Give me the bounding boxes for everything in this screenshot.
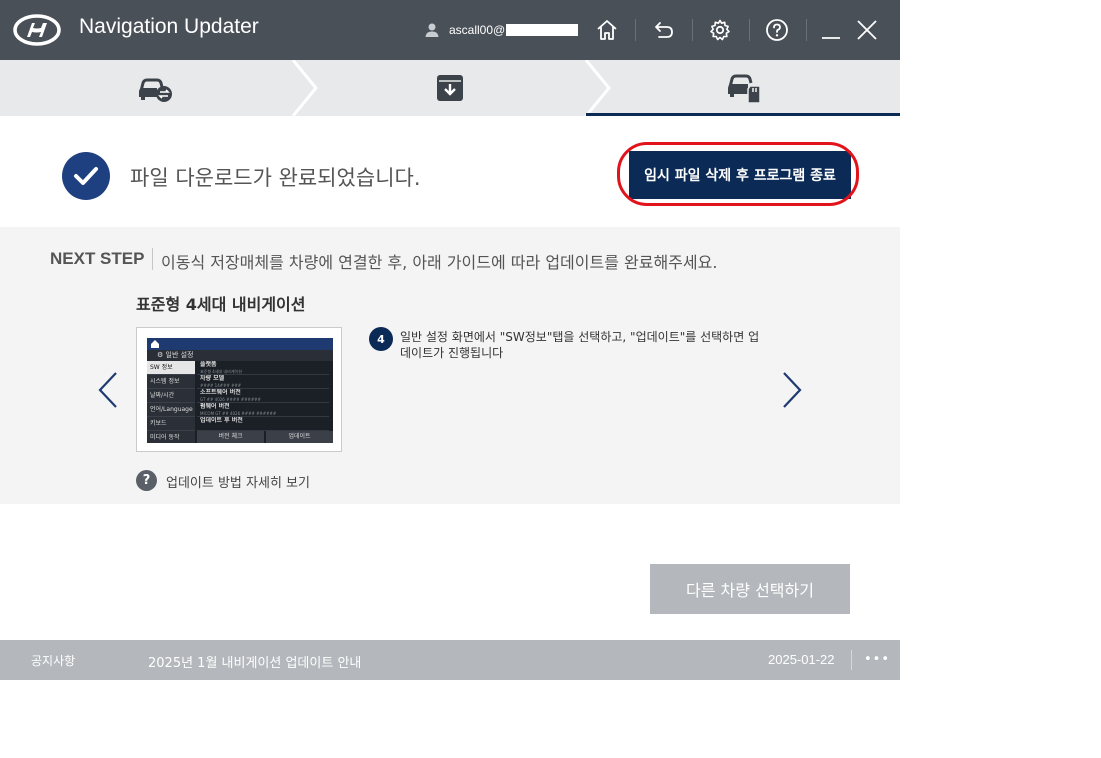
completion-message: 파일 다운로드가 완료되었습니다. <box>130 166 421 190</box>
user-icon <box>425 23 439 37</box>
nav-sidebar-item: 언어/Language <box>147 403 195 417</box>
step-download <box>300 60 600 116</box>
hyundai-logo <box>13 14 61 46</box>
notice-date: 2025-01-22 <box>768 652 835 667</box>
next-step-text: 이동식 저장매체를 차량에 연결한 후, 아래 가이드에 따라 업데이트를 완료… <box>161 253 718 272</box>
next-guide-button[interactable] <box>780 370 804 410</box>
guide-step-number: 4 <box>369 327 393 351</box>
help-button[interactable] <box>762 15 792 45</box>
minimize-icon <box>822 37 840 39</box>
guide-step-description: 일반 설정 화면에서 "SW정보"탭을 선택하고, "업데이트"를 선택하면 업… <box>400 330 760 360</box>
nav-sidebar-item: 키보드 <box>147 417 195 431</box>
chevron-left-icon <box>98 372 117 408</box>
separator <box>851 650 852 670</box>
gear-icon <box>710 19 730 41</box>
question-icon[interactable]: ? <box>136 470 157 491</box>
separator <box>692 19 693 41</box>
notice-title-link[interactable]: 2025년 1월 내비게이션 업데이트 안내 <box>148 652 361 671</box>
back-button[interactable] <box>649 15 679 45</box>
guide-screenshot: ⚙ 일반 설정 SW 정보 시스템 정보 날짜/시간 언어/Language 키… <box>136 327 342 452</box>
step-bar <box>0 60 900 116</box>
more-notices-button[interactable]: ••• <box>864 652 890 667</box>
separator <box>749 19 750 41</box>
back-icon <box>655 22 673 38</box>
nav-list-item: 차량 모델 #### 14### ### <box>197 375 329 389</box>
nav-update-button: 업데이트 <box>266 431 333 443</box>
highlight-annotation <box>617 142 859 206</box>
separator <box>806 19 807 41</box>
car-swap-icon <box>139 78 172 102</box>
chevron-right-icon <box>783 372 802 408</box>
notice-bar: 공지사항 2025년 1월 내비게이션 업데이트 안내 2025-01-22 •… <box>0 640 900 680</box>
nav-item-title: 소프트웨어 버전 <box>200 389 241 396</box>
select-other-vehicle-button[interactable]: 다른 차량 선택하기 <box>650 564 850 614</box>
title-bar: Navigation Updater ascall00@ <box>0 0 900 60</box>
home-button[interactable] <box>592 15 622 45</box>
nav-screen-header-label: 일반 설정 <box>165 351 194 359</box>
check-icon <box>62 152 110 200</box>
guide-title: 표준형 4세대 내비게이션 <box>136 295 306 314</box>
nav-version-check-button: 버전 체크 <box>197 431 264 443</box>
nav-item-title: 펌웨어 버전 <box>200 403 230 410</box>
nav-list-item: 업데이트 후 버전 <box>197 417 329 431</box>
user-name-redacted <box>506 24 579 36</box>
separator <box>635 19 636 41</box>
nav-item-title: 차량 모델 <box>200 375 225 382</box>
nav-screen-header: ⚙ 일반 설정 <box>147 350 333 361</box>
notice-label: 공지사항 <box>31 654 76 668</box>
user-name: ascall00@ <box>449 23 506 37</box>
separator <box>152 248 153 270</box>
nav-sidebar-item: 미디어 동작 <box>147 431 195 443</box>
nav-item-title: 업데이트 후 버전 <box>200 417 243 424</box>
next-step-label: NEXT STEP <box>50 249 145 268</box>
nav-screen: ⚙ 일반 설정 SW 정보 시스템 정보 날짜/시간 언어/Language 키… <box>147 338 333 443</box>
nav-item-sub: 표준형 4세대 내비게이션 <box>200 369 242 374</box>
app-window: Navigation Updater ascall00@ 파일 다운로드가 완료… <box>0 0 900 680</box>
nav-list-item: 펌웨어 버전 MICOM GT ## 4026 #### ###### <box>197 403 329 417</box>
minimize-button[interactable] <box>816 15 846 45</box>
app-title: Navigation Updater <box>79 15 259 38</box>
car-sdcard-icon <box>728 74 761 104</box>
nav-screen-topbar <box>147 338 333 350</box>
close-icon <box>857 20 877 40</box>
nav-sidebar-item: 날짜/시간 <box>147 389 195 403</box>
nav-item-sub: MICOM GT ## 4026 #### ###### <box>200 411 277 416</box>
update-help-link[interactable]: 업데이트 방법 자세히 보기 <box>166 472 310 491</box>
nav-list-item: 플랫폼 표준형 4세대 내비게이션 <box>197 361 329 375</box>
nav-screen-list: 플랫폼 표준형 4세대 내비게이션 차량 모델 #### 14### ### 소프트… <box>197 361 329 431</box>
close-button[interactable] <box>852 15 882 45</box>
home-icon <box>151 340 159 348</box>
active-step-indicator <box>586 113 900 116</box>
prev-guide-button[interactable] <box>96 370 120 410</box>
help-icon <box>766 19 788 41</box>
nav-sidebar-item: 시스템 정보 <box>147 375 195 389</box>
home-icon <box>597 20 617 40</box>
nav-screen-sidebar: SW 정보 시스템 정보 날짜/시간 언어/Language 키보드 미디어 동… <box>147 361 195 443</box>
nav-list-item: 소프트웨어 버전 GT ## 4026 #### ###### <box>197 389 329 403</box>
nav-sidebar-item: SW 정보 <box>147 361 195 375</box>
step-vehicle-select <box>0 60 310 116</box>
nav-item-sub: GT ## 4026 #### ###### <box>200 397 261 402</box>
step-install <box>590 60 900 116</box>
download-box-icon <box>437 75 463 101</box>
nav-screen-footer: 버전 체크 업데이트 <box>197 431 333 443</box>
settings-button[interactable] <box>705 15 735 45</box>
nav-item-sub: #### 14### ### <box>200 383 242 388</box>
user-info: ascall00@ <box>424 20 579 40</box>
nav-item-title: 플랫폼 <box>200 361 217 368</box>
